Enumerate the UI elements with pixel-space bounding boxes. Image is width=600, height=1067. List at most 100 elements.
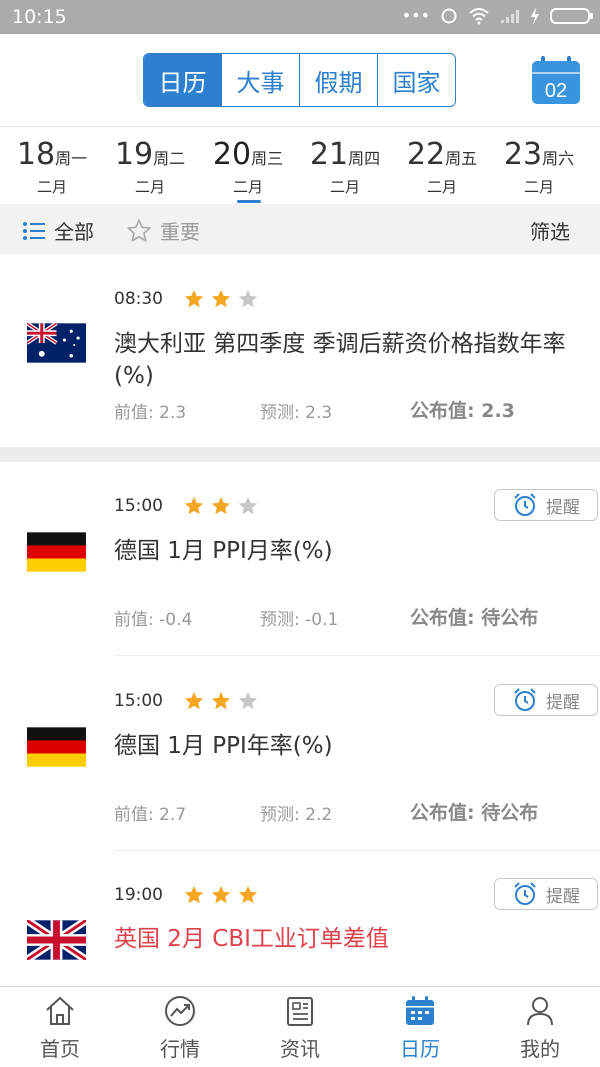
actual-label: 公布值: bbox=[410, 802, 482, 824]
more-dots-icon: ••• bbox=[401, 6, 430, 25]
nav-home[interactable]: 首页 bbox=[0, 987, 120, 1067]
australia-flag bbox=[27, 323, 86, 363]
date-weekday: 周二 bbox=[153, 149, 186, 168]
importance-stars bbox=[182, 495, 260, 517]
calendar-icon bbox=[406, 996, 434, 1025]
date-day: 22 bbox=[406, 137, 446, 172]
row-divider bbox=[114, 850, 600, 851]
profile-icon bbox=[527, 997, 553, 1026]
actual-number: 待公布 bbox=[481, 802, 539, 824]
date-month: 二月 bbox=[36, 178, 67, 196]
filter-all-button[interactable]: 全部 bbox=[22, 216, 94, 245]
date-item-20[interactable]: 20周三 二月 bbox=[200, 137, 296, 203]
star-filled-icon bbox=[184, 885, 204, 904]
previous-value: 前值: -0.4 bbox=[114, 610, 193, 630]
date-day: 23 bbox=[503, 137, 543, 172]
remind-button[interactable]: 提醒 bbox=[494, 684, 598, 716]
star-filled-icon bbox=[211, 885, 231, 904]
star-empty-icon bbox=[238, 496, 258, 515]
filter-important-button[interactable]: 重要 bbox=[126, 216, 200, 245]
date-item-18[interactable]: 18周一 二月 bbox=[4, 137, 100, 197]
date-item-21[interactable]: 21周四 二月 bbox=[297, 137, 393, 197]
star-filled-icon bbox=[184, 496, 204, 515]
nav-news-label: 资讯 bbox=[280, 1037, 320, 1061]
status-bar: 10:15 ••• bbox=[0, 0, 600, 34]
charging-icon bbox=[531, 6, 539, 25]
star-filled-icon bbox=[211, 496, 231, 515]
event-card-group: 15:00 提醒 德国 1月 PPI月率(%) 前值: -0.4 预测: -0.… bbox=[0, 462, 600, 986]
nav-market-label: 行情 bbox=[160, 1037, 200, 1061]
event-title: 德国 1月 PPI年率(%) bbox=[114, 733, 333, 759]
date-strip: 18周一 二月 19周二 二月 20周三 二月 21周四 二月 22周五 二月 … bbox=[0, 126, 600, 204]
calendar-button-day: 02 bbox=[545, 80, 567, 102]
star-outline-icon bbox=[127, 218, 151, 242]
nav-calendar[interactable]: 日历 bbox=[360, 987, 480, 1067]
status-icons: ••• bbox=[401, 6, 593, 25]
forecast-value: 预测: 2.2 bbox=[260, 805, 333, 825]
date-item-19[interactable]: 19周二 二月 bbox=[102, 137, 198, 197]
actual-value: 公布值: 待公布 bbox=[410, 603, 538, 630]
actual-number: 2.3 bbox=[481, 400, 515, 422]
nav-profile-label: 我的 bbox=[520, 1037, 560, 1061]
star-filled-icon bbox=[211, 289, 231, 308]
remind-button[interactable]: 提醒 bbox=[494, 489, 598, 521]
date-weekday: 周一 bbox=[55, 149, 88, 168]
star-empty-icon bbox=[238, 691, 258, 710]
germany-flag bbox=[27, 532, 86, 572]
date-weekday: 周六 bbox=[542, 149, 575, 168]
news-icon bbox=[287, 997, 313, 1026]
event-title: 澳大利亚 第四季度 季调后薪资价格指数年率(%) bbox=[114, 331, 566, 389]
nav-profile[interactable]: 我的 bbox=[480, 987, 600, 1067]
filter-all-label: 全部 bbox=[54, 220, 94, 244]
uk-flag bbox=[27, 920, 86, 960]
chart-trend-icon bbox=[165, 996, 195, 1026]
star-filled-icon bbox=[184, 289, 204, 308]
event-title: 英国 2月 CBI工业订单差值 bbox=[114, 926, 389, 952]
selected-date-indicator bbox=[237, 200, 261, 203]
forecast-value: 预测: 2.3 bbox=[260, 403, 333, 423]
list-icon bbox=[23, 221, 45, 240]
actual-label: 公布值: bbox=[410, 400, 482, 422]
remind-label: 提醒 bbox=[546, 497, 580, 518]
signal-icon bbox=[501, 9, 519, 23]
nav-news[interactable]: 资讯 bbox=[240, 987, 360, 1067]
date-item-23[interactable]: 23周六 二月 bbox=[491, 137, 587, 197]
nav-market[interactable]: 行情 bbox=[120, 987, 240, 1067]
date-weekday: 周四 bbox=[348, 149, 381, 168]
calendar-picker-button[interactable]: 02 bbox=[531, 56, 581, 105]
event-time: 15:00 bbox=[114, 691, 163, 711]
event-time: 08:30 bbox=[114, 289, 163, 309]
tab-holidays[interactable]: 假期 bbox=[299, 54, 377, 106]
importance-stars bbox=[182, 690, 260, 712]
date-weekday: 周五 bbox=[445, 149, 478, 168]
remind-label: 提醒 bbox=[546, 886, 580, 907]
date-item-22[interactable]: 22周五 二月 bbox=[394, 137, 490, 197]
home-icon bbox=[46, 996, 74, 1025]
remind-button[interactable]: 提醒 bbox=[494, 878, 598, 910]
battery-icon bbox=[550, 7, 593, 24]
date-day: 21 bbox=[309, 137, 349, 172]
tab-countries[interactable]: 国家 bbox=[377, 54, 455, 106]
category-segmented-control: 日历 大事 假期 国家 bbox=[143, 53, 456, 107]
bottom-navigation: 首页 行情 资讯 日历 我的 bbox=[0, 986, 600, 1067]
actual-number: 待公布 bbox=[481, 607, 539, 629]
star-empty-icon bbox=[238, 289, 258, 308]
wifi-icon bbox=[469, 7, 489, 24]
germany-flag bbox=[27, 727, 86, 767]
actual-value: 公布值: 2.3 bbox=[410, 396, 515, 423]
actual-label: 公布值: bbox=[410, 607, 482, 629]
row-divider bbox=[114, 655, 600, 656]
event-card-australia: 08:30 澳大利亚 第四季度 季调后薪资价格指数年率(%) 前值: 2.3 预… bbox=[0, 254, 600, 447]
filter-bar: 全部 重要 筛选 bbox=[0, 204, 600, 254]
nav-calendar-label: 日历 bbox=[400, 1037, 440, 1061]
tab-calendar[interactable]: 日历 bbox=[144, 54, 221, 106]
importance-stars bbox=[182, 288, 260, 310]
filter-important-label: 重要 bbox=[160, 220, 200, 244]
event-title: 德国 1月 PPI月率(%) bbox=[114, 538, 333, 564]
date-month: 二月 bbox=[329, 178, 360, 196]
previous-value: 前值: 2.3 bbox=[114, 403, 187, 423]
tab-major-events[interactable]: 大事 bbox=[221, 54, 299, 106]
star-filled-icon bbox=[238, 885, 258, 904]
alarm-clock-icon bbox=[514, 493, 536, 516]
screen-filter-button[interactable]: 筛选 bbox=[530, 216, 570, 245]
